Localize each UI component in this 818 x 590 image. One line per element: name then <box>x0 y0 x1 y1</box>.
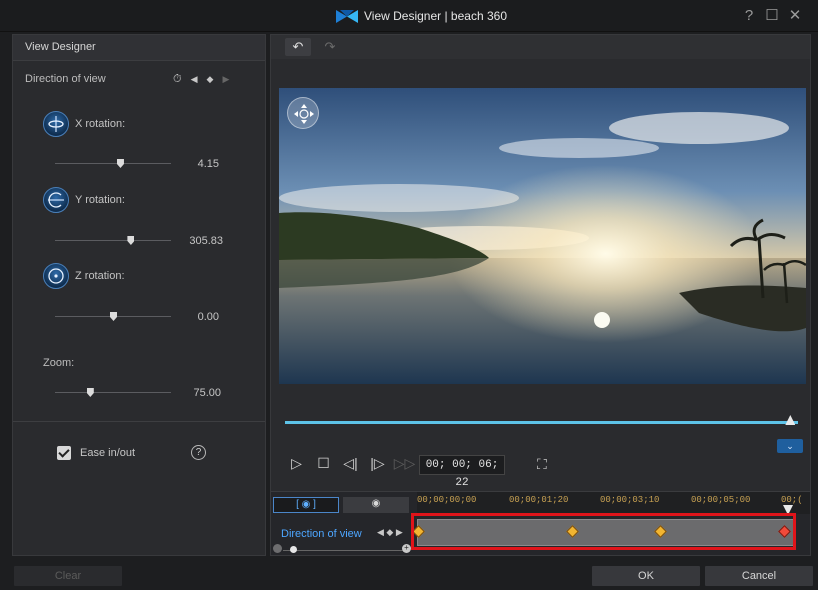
video-preview[interactable] <box>279 88 806 384</box>
close-button[interactable]: ✕ <box>786 7 804 25</box>
title-group: View Designer | beach 360 <box>336 9 507 23</box>
redo-button[interactable]: ↷ <box>317 38 343 56</box>
keyframe-timeline: [ ◉ ] ◉ 00;00;00;00 00;00;01;20 00;00;03… <box>271 491 810 555</box>
fullscreen-icon[interactable]: ⛶ <box>537 456 547 473</box>
track-label-direction: Direction of view <box>281 528 362 540</box>
app-logo-icon <box>336 9 358 23</box>
playback-progress-bar[interactable] <box>285 421 798 424</box>
previous-frame-icon[interactable]: ◁| <box>337 455 364 472</box>
previous-keyframe-icon[interactable]: ◀ <box>191 74 198 85</box>
z-rotation-label: Z rotation: <box>75 270 125 282</box>
fast-forward-icon[interactable]: ▷▷ <box>391 455 418 472</box>
navigation-dpad-icon[interactable] <box>287 97 319 129</box>
tab-direction-keyframes[interactable]: [ ◉ ] <box>273 497 339 513</box>
timeline-zoom-out-icon[interactable] <box>273 544 282 553</box>
ruler-label: 00;00;03;10 <box>600 495 660 505</box>
ruler-label: 00;( <box>781 495 803 505</box>
timecode-display[interactable]: 00; 00; 06; 22 <box>419 455 505 489</box>
ok-button[interactable]: OK <box>592 566 700 586</box>
y-rotation-icon <box>43 187 69 213</box>
timeline-zoom-slider[interactable] <box>283 550 403 551</box>
ruler-label: 00;00;05;00 <box>691 495 751 505</box>
z-rotation-value[interactable]: 0.00 <box>169 311 219 323</box>
panel-header: View Designer <box>13 35 265 61</box>
window-title: View Designer | beach 360 <box>364 9 507 23</box>
z-rotation-icon <box>43 263 69 289</box>
clear-button[interactable]: Clear <box>14 566 122 586</box>
y-rotation-value[interactable]: 305.83 <box>173 235 223 247</box>
direction-of-view-label: Direction of view <box>25 73 106 85</box>
x-rotation-value[interactable]: 4.15 <box>169 158 219 170</box>
x-rotation-thumb[interactable] <box>116 159 124 168</box>
y-rotation-label: Y rotation: <box>75 194 125 206</box>
preview-panel: ↶ ↷ ⌄ ▷ ☐ ◁| |▷ ▷▷ 00; 00; 06; 22 ⛶ [◉ … <box>270 34 811 556</box>
title-bar: View Designer | beach 360 ? ☐ ✕ <box>0 0 818 32</box>
ruler-label: 00;00;01;20 <box>509 495 569 505</box>
zoom-slider[interactable] <box>55 392 171 393</box>
expand-button[interactable]: ⌄ <box>777 439 803 453</box>
transport-controls: ▷ ☐ ◁| |▷ ▷▷ <box>283 455 418 472</box>
y-rotation-thumb[interactable] <box>127 236 135 245</box>
cancel-button[interactable]: Cancel <box>705 566 813 586</box>
panel-divider <box>13 421 265 422</box>
z-rotation-row: Z rotation: <box>43 263 125 289</box>
beach-scene-image <box>279 88 806 384</box>
help-button[interactable]: ? <box>740 7 758 25</box>
timeline-zoom-thumb[interactable] <box>290 546 297 553</box>
edit-toolbar: ↶ ↷ <box>271 35 810 59</box>
zoom-label: Zoom: <box>43 357 75 369</box>
x-rotation-label: X rotation: <box>75 118 126 130</box>
add-keyframe-icon[interactable]: ◆ <box>207 74 214 85</box>
zoom-value[interactable]: 75.00 <box>171 387 221 399</box>
track-keyframe-nav[interactable]: ◀ ◆ ▶ <box>377 527 403 538</box>
play-icon[interactable]: ▷ <box>283 455 310 472</box>
playback-progress-thumb[interactable] <box>785 415 796 425</box>
y-rotation-slider[interactable] <box>55 240 171 241</box>
highlight-annotation <box>411 513 796 550</box>
next-frame-icon[interactable]: |▷ <box>364 455 391 472</box>
x-rotation-icon <box>43 111 69 137</box>
x-rotation-row: X rotation: <box>43 111 125 137</box>
maximize-button[interactable]: ☐ <box>763 7 781 25</box>
undo-button[interactable]: ↶ <box>285 38 311 56</box>
x-rotation-slider[interactable] <box>55 163 171 164</box>
ease-help-icon[interactable]: ? <box>191 445 206 460</box>
view-designer-panel: View Designer Direction of view ⏱ ◀ ◆ ▶ … <box>12 34 266 556</box>
timeline-ruler[interactable]: 00;00;00;00 00;00;01;20 00;00;03;10 00;0… <box>417 492 810 514</box>
y-rotation-row: Y rotation: <box>43 187 125 213</box>
timeline-zoom-in-icon[interactable]: + <box>402 544 411 553</box>
stop-icon[interactable]: ☐ <box>310 455 337 472</box>
stopwatch-icon[interactable]: ⏱ <box>173 73 182 86</box>
zoom-thumb[interactable] <box>86 388 94 397</box>
tab-other-keyframes[interactable]: ◉ <box>343 497 409 513</box>
ruler-label: 00;00;00;00 <box>417 495 477 505</box>
ease-in-out-label: Ease in/out <box>80 447 136 459</box>
ease-in-out-checkbox[interactable] <box>57 446 71 460</box>
next-keyframe-icon[interactable]: ▶ <box>222 74 229 85</box>
keyframe-controls: ⏱ ◀ ◆ ▶ <box>173 73 229 86</box>
z-rotation-thumb[interactable] <box>110 312 117 321</box>
